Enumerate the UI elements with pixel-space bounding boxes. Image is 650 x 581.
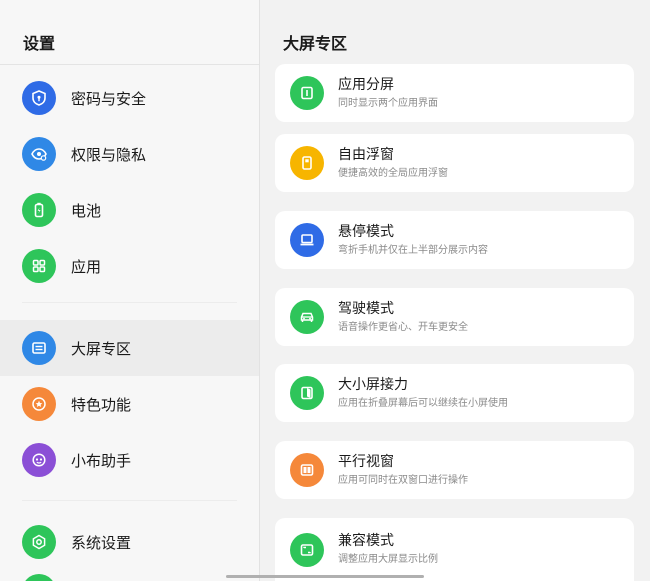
car-icon (290, 300, 324, 334)
settings-sidebar: 设置 密码与安全 权限与隐私 电池 应用 大屏专区 特色功能 小布助手 系统设置 (0, 0, 260, 581)
shield-icon (22, 81, 56, 115)
card-title: 大小屏接力 (338, 376, 408, 393)
card-title: 应用分屏 (338, 76, 394, 93)
card-subtitle: 语音操作更省心、开车更安全 (338, 321, 468, 333)
card-subtitle: 弯折手机并仅在上半部分展示内容 (338, 244, 488, 256)
sidebar-item-large-screen[interactable]: 大屏专区 (0, 320, 259, 376)
compat-ratio-icon (290, 532, 324, 567)
sidebar-title: 设置 (23, 34, 56, 53)
battery-icon (22, 193, 56, 227)
sidebar-item-special-features[interactable]: 特色功能 (0, 376, 259, 432)
privacy-eye-icon (22, 137, 56, 171)
card-subtitle: 应用在折叠屏幕后可以继续在小屏使用 (338, 397, 508, 409)
system-gear-icon (22, 525, 56, 559)
assistant-icon (22, 443, 56, 477)
partial-next-item-icon (22, 574, 56, 581)
sidebar-item-label: 电池 (71, 201, 102, 220)
card-title: 兼容模式 (338, 533, 394, 549)
apps-grid-icon (22, 249, 56, 283)
sidebar-item-battery[interactable]: 电池 (0, 182, 259, 238)
floating-window-icon (290, 146, 324, 180)
laptop-icon (290, 223, 324, 257)
parallel-window-icon (290, 453, 324, 487)
sidebar-item-apps[interactable]: 应用 (0, 238, 259, 294)
card-subtitle: 调整应用大屏显示比例 (338, 554, 438, 565)
star-badge-icon (22, 387, 56, 421)
card-subtitle: 同时显示两个应用界面 (338, 97, 438, 109)
sidebar-item-label: 权限与隐私 (71, 145, 147, 164)
sidebar-divider (0, 64, 259, 65)
card-parallel-window[interactable]: 平行视窗 应用可同时在双窗口进行操作 (275, 441, 634, 499)
sidebar-item-label: 系统设置 (71, 533, 132, 552)
sidebar-item-breeno-assistant[interactable]: 小布助手 (0, 432, 259, 488)
sidebar-item-label: 大屏专区 (71, 339, 132, 358)
group-divider (22, 500, 237, 501)
large-screen-icon (22, 331, 56, 365)
card-title: 驾驶模式 (338, 300, 394, 317)
sidebar-item-password-security[interactable]: 密码与安全 (0, 70, 259, 126)
sidebar-item-label: 应用 (71, 257, 102, 276)
sidebar-item-label: 小布助手 (71, 451, 132, 470)
sidebar-item-system-settings[interactable]: 系统设置 (0, 514, 259, 570)
card-subtitle: 便捷高效的全局应用浮窗 (338, 167, 448, 179)
fold-relay-icon (290, 376, 324, 410)
card-subtitle: 应用可同时在双窗口进行操作 (338, 474, 468, 486)
sidebar-item-permissions-privacy[interactable]: 权限与隐私 (0, 126, 259, 182)
card-flex-mode[interactable]: 悬停模式 弯折手机并仅在上半部分展示内容 (275, 211, 634, 269)
card-title: 平行视窗 (338, 453, 394, 470)
card-driving-mode[interactable]: 驾驶模式 语音操作更省心、开车更安全 (275, 288, 634, 346)
card-split-screen[interactable]: 应用分屏 同时显示两个应用界面 (275, 64, 634, 122)
card-screen-relay[interactable]: 大小屏接力 应用在折叠屏幕后可以继续在小屏使用 (275, 364, 634, 422)
card-title: 自由浮窗 (338, 146, 394, 163)
page-title: 大屏专区 (283, 34, 348, 53)
card-title: 悬停模式 (338, 223, 394, 240)
card-compat-mode[interactable]: 兼容模式 调整应用大屏显示比例 (275, 518, 634, 581)
split-screen-icon (290, 76, 324, 110)
group-divider (22, 302, 237, 303)
home-indicator[interactable] (226, 575, 424, 578)
sidebar-item-label: 密码与安全 (71, 89, 147, 108)
card-floating-window[interactable]: 自由浮窗 便捷高效的全局应用浮窗 (275, 134, 634, 192)
sidebar-item-label: 特色功能 (71, 395, 132, 414)
